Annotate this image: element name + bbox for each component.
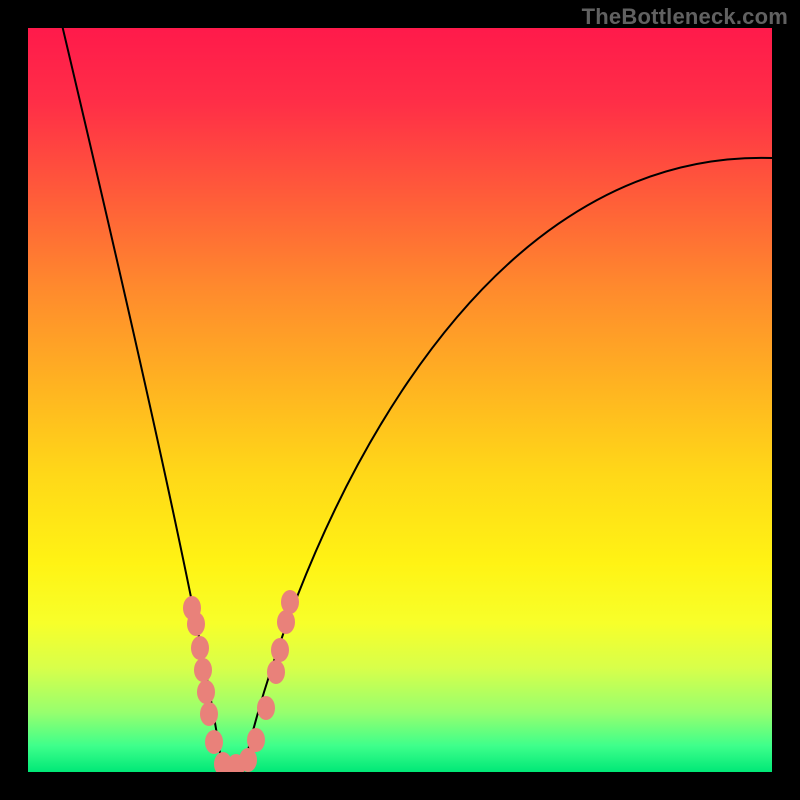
curve-marker [187,612,205,636]
curve-marker [197,680,215,704]
curve-marker [200,702,218,726]
curve-marker [205,730,223,754]
curve-marker [247,728,265,752]
curve-marker [191,636,209,660]
bottleneck-curve [28,28,772,772]
curve-marker [271,638,289,662]
curve-marker [194,658,212,682]
curve-marker [281,590,299,614]
chart-frame: TheBottleneck.com [0,0,800,800]
watermark-text: TheBottleneck.com [582,4,788,30]
plot-area [28,28,772,772]
curve-marker [267,660,285,684]
curve-markers [183,590,299,772]
curve-marker [257,696,275,720]
